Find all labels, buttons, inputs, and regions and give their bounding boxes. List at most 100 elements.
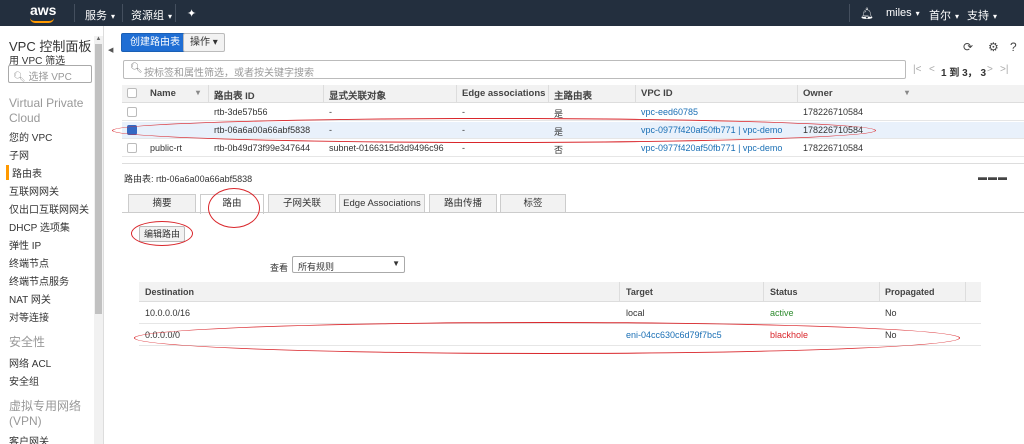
support-menu[interactable]: 支持 ▾ — [967, 7, 997, 23]
column-divider — [456, 85, 457, 103]
aws-smile-icon — [30, 18, 54, 23]
actions-button[interactable]: 操作 ▾ — [183, 33, 225, 52]
user-menu[interactable]: miles ▾ — [886, 7, 920, 19]
pane-resize-divider[interactable] — [122, 163, 1024, 166]
nav-divider — [175, 4, 176, 22]
sidebar-item-security-groups[interactable]: 安全组 — [9, 373, 39, 388]
tab-underline — [122, 212, 1024, 213]
actions-label: 操作 — [190, 37, 210, 48]
table-row[interactable]: rtb-3de57b56 - - 是 vpc-eed60785 17822671… — [122, 104, 1024, 121]
cell-vpc-link[interactable]: vpc-0977f420af50fb771 | vpc-demo — [641, 125, 782, 135]
create-route-table-button[interactable]: 创建路由表 — [121, 33, 189, 52]
tab-routes[interactable]: 路由 — [200, 194, 264, 214]
sort-caret-icon[interactable]: ▾ — [196, 88, 200, 97]
tab-summary[interactable]: 摘要 — [128, 194, 196, 213]
detail-title-value: rtb-06a6a00a66abf5838 — [156, 174, 253, 184]
first-page-icon[interactable]: |< — [913, 64, 921, 75]
pane-layout-icons[interactable]: ▬▬▬ — [978, 172, 1008, 182]
column-divider — [965, 282, 966, 302]
column-header-edge[interactable]: Edge associations — [462, 88, 545, 99]
cell-target: local — [626, 308, 645, 318]
cell-vpc-link[interactable]: vpc-eed60785 — [641, 107, 698, 117]
help-icon[interactable]: ? — [1010, 40, 1017, 54]
sidebar-item-endpoints[interactable]: 终端节点 — [9, 255, 49, 270]
collapse-sidebar-icon[interactable]: ◀ — [108, 46, 113, 54]
sidebar-item-endpoint-services[interactable]: 终端节点服务 — [9, 273, 69, 288]
sidebar-item-internet-gateways[interactable]: 互联网网关 — [9, 183, 59, 198]
row-checkbox[interactable] — [127, 125, 137, 135]
cell-name: public-rt — [150, 143, 183, 153]
column-header-propagated: Propagated — [885, 287, 935, 297]
column-divider — [208, 85, 209, 103]
cell-destination: 10.0.0.0/16 — [145, 308, 191, 318]
column-header-main[interactable]: 主路由表 — [554, 88, 592, 102]
scroll-up-arrow-icon[interactable]: ▲ — [94, 36, 103, 44]
refresh-icon[interactable]: ⟳ — [963, 40, 973, 54]
column-header-target: Target — [626, 287, 653, 297]
next-page-icon[interactable]: > — [987, 64, 993, 75]
gear-icon[interactable]: ⚙ — [988, 40, 999, 54]
column-header-explicit[interactable]: 显式关联对象 — [329, 88, 386, 102]
sort-caret-icon[interactable]: ▾ — [905, 88, 909, 97]
nav-divider — [74, 4, 75, 22]
sidebar-item-nat-gateways[interactable]: NAT 网关 — [9, 291, 51, 306]
cell-main: 是 — [554, 109, 564, 119]
search-input[interactable]: 🔍︎ 按标签和属性筛选，或者按关键字搜索 — [123, 60, 906, 79]
table-row-selected[interactable]: rtb-06a6a00a66abf5838 - - 是 vpc-0977f420… — [122, 122, 1024, 139]
region-label: 首尔 — [929, 10, 951, 22]
column-header-vpc-id[interactable]: VPC ID — [641, 88, 673, 99]
resource-groups-menu[interactable]: 资源组 ▾ — [131, 7, 172, 23]
chevron-down-icon: ▼ — [392, 259, 400, 268]
column-divider — [323, 85, 324, 103]
pin-icon[interactable]: ✦ — [187, 7, 196, 20]
tab-subnet-associations[interactable]: 子网关联 — [268, 194, 336, 213]
bell-icon[interactable]: 🔔︎ — [860, 7, 874, 20]
edit-routes-button[interactable]: 编辑路由 — [139, 226, 186, 242]
sidebar-scrollbar[interactable]: ▲ — [94, 36, 103, 444]
nav-divider — [849, 4, 850, 22]
aws-logo-text: aws — [30, 2, 57, 18]
sidebar-item-dhcp-options[interactable]: DHCP 选项集 — [9, 219, 70, 234]
row-checkbox[interactable] — [127, 143, 137, 153]
table-row[interactable]: public-rt rtb-0b49d73f99e347644 subnet-0… — [122, 140, 1024, 157]
column-divider — [879, 282, 880, 302]
sidebar-item-network-acls[interactable]: 网络 ACL — [9, 355, 51, 370]
view-label: 查看 — [270, 263, 289, 273]
aws-logo[interactable]: aws — [30, 2, 57, 23]
services-menu[interactable]: 服务 ▾ — [85, 7, 115, 23]
scrollbar-thumb[interactable] — [95, 44, 102, 314]
tab-route-propagation[interactable]: 路由传播 — [429, 194, 497, 213]
user-label: miles — [886, 7, 912, 19]
sidebar-item-route-tables[interactable]: 路由表 — [6, 165, 42, 180]
cell-route-table-id: rtb-3de57b56 — [214, 107, 268, 117]
sidebar-item-customer-gateways[interactable]: 客户网关 — [9, 433, 49, 444]
column-header-route-table-id[interactable]: 路由表 ID — [214, 88, 255, 102]
column-divider — [635, 85, 636, 103]
sidebar-item-vpcs[interactable]: 您的 VPC — [9, 129, 52, 144]
sidebar-item-elastic-ips[interactable]: 弹性 IP — [9, 237, 41, 252]
resource-groups-label: 资源组 — [131, 10, 164, 22]
tab-tags[interactable]: 标签 — [500, 194, 566, 213]
cell-main: 是 — [554, 127, 564, 137]
sidebar-item-egress-only-gateways[interactable]: 仅出口互联网网关 — [9, 201, 89, 216]
chevron-down-icon: ▾ — [212, 37, 218, 48]
tab-edge-associations[interactable]: Edge Associations — [339, 194, 425, 213]
sidebar-section-vpn: 虚拟专用网络 (VPN) — [9, 399, 82, 428]
last-page-icon[interactable]: >| — [1000, 64, 1008, 75]
vpc-filter-input[interactable]: 🔍︎ 选择 VPC — [8, 65, 92, 83]
select-all-checkbox[interactable] — [127, 88, 137, 98]
region-menu[interactable]: 首尔 ▾ — [929, 7, 959, 23]
column-header-owner[interactable]: Owner — [803, 88, 833, 99]
column-header-name[interactable]: Name — [150, 88, 176, 99]
previous-page-icon[interactable]: < — [929, 64, 935, 75]
view-rules-select[interactable]: 所有规则 ▼ — [292, 256, 405, 273]
chevron-down-icon: ▾ — [955, 12, 960, 21]
sidebar-item-subnets[interactable]: 子网 — [9, 147, 29, 162]
row-checkbox[interactable] — [127, 107, 137, 117]
chevron-down-icon: ▾ — [168, 12, 173, 21]
cell-target-link[interactable]: eni-04cc630c6d79f7bc5 — [626, 330, 722, 340]
view-rules-value: 所有规则 — [298, 262, 335, 272]
column-divider — [619, 282, 620, 302]
cell-vpc-link[interactable]: vpc-0977f420af50fb771 | vpc-demo — [641, 143, 782, 153]
sidebar-item-peering[interactable]: 对等连接 — [9, 309, 49, 324]
